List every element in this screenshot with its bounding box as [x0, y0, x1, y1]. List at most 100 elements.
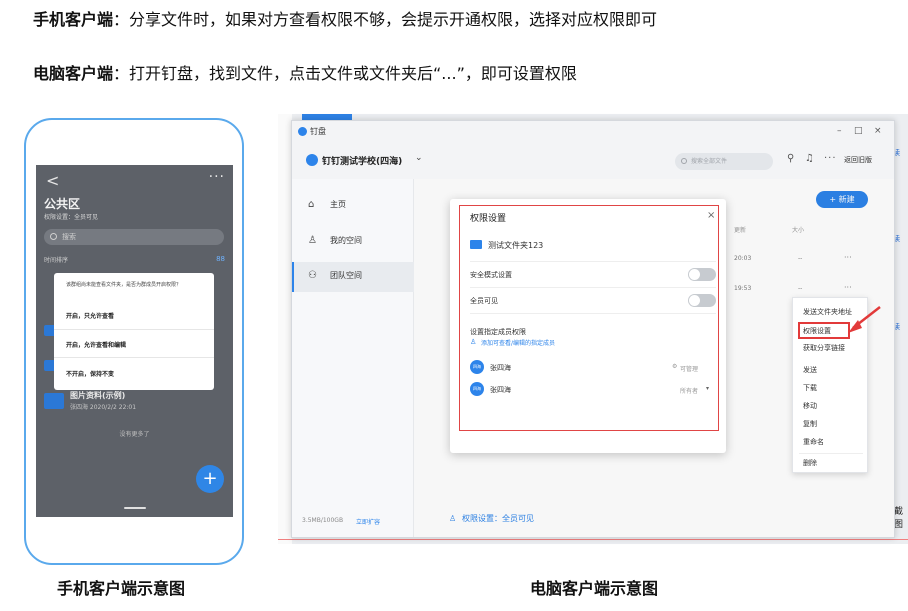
sidebar-item-label: 主页: [330, 200, 346, 209]
folder-icon: [44, 393, 64, 409]
search-icon: [681, 158, 687, 164]
top-bar: 钉钉测试学校(四海) ⌄ 搜索全部文件 ⚲ ♫ ··· 返回旧版: [292, 145, 894, 179]
close-button[interactable]: ×: [874, 126, 882, 136]
add-user-icon: ♙: [470, 338, 477, 346]
add-member-link[interactable]: 添加可查看/编辑的指定成员: [481, 338, 555, 347]
divider: [278, 539, 908, 540]
no-more-text: 没有更多了: [119, 431, 150, 438]
safe-mode-toggle[interactable]: [688, 268, 716, 281]
desktop-text: ：打开钉盘，找到文件，点击文件或文件夹后“...”，即可设置权限: [113, 64, 577, 83]
avatar: 四海: [470, 382, 484, 396]
folder-title: 公共区: [44, 197, 81, 211]
home-indicator: [124, 507, 146, 509]
safe-mode-label: 安全模式设置: [470, 271, 512, 279]
member-name: 张四海: [490, 364, 511, 372]
active-indicator: [292, 262, 294, 292]
user-icon: ♙: [308, 235, 317, 246]
sidebar: ⌂ 主页 ♙ 我的空间 ⚇ 团队空间 3.5MB/100GB 立即扩容: [292, 179, 414, 537]
dialog-option-view[interactable]: 开启，只允许查看: [54, 311, 214, 320]
dialog-message: 该群组尚未能查看文件夹，是否为群成员开启权限？: [66, 282, 182, 288]
desktop-label: 电脑客户端: [33, 64, 114, 83]
permission-dialog: 该群组尚未能查看文件夹，是否为群成员开启权限？ 开启，只允许查看 开启，允许查看…: [54, 273, 214, 390]
add-button[interactable]: +: [196, 465, 224, 493]
mobile-caption: 手机客户端示意图: [57, 579, 186, 598]
gear-icon: ⚙: [672, 363, 678, 370]
desktop-caption: 电脑客户端示意图: [530, 579, 659, 598]
minimize-button[interactable]: –: [837, 126, 842, 136]
mobile-text: ：分享文件时，如果对方查看权限不够，会提示开通权限，选择对应权限即可: [113, 10, 658, 29]
edge-label: 截图: [894, 507, 904, 530]
sort-dropdown[interactable]: 时间排序: [44, 255, 68, 264]
grid-view-icon[interactable]: 88: [216, 255, 225, 263]
menu-item-send[interactable]: 发送: [803, 365, 817, 375]
context-menu: 发送文件夹地址 权限设置 获取分享链接 发送 下载 移动 复制 重命名 删除: [792, 297, 868, 473]
divider: [54, 357, 214, 358]
sidebar-item-label: 团队空间: [330, 271, 362, 280]
mobile-instruction: 手机客户端：分享文件时，如果对方查看权限不够，会提示开通权限，选择对应权限即可: [33, 6, 657, 30]
org-logo-icon: [306, 154, 318, 166]
home-icon: ⌂: [308, 199, 315, 210]
divider: [799, 453, 863, 454]
background-strip: [278, 114, 292, 544]
search-input[interactable]: 搜索: [44, 229, 224, 245]
menu-item-download[interactable]: 下载: [803, 383, 817, 393]
all-visible-label: 全员可见: [470, 297, 498, 305]
back-icon[interactable]: <: [46, 171, 59, 190]
menu-item-share-link[interactable]: 获取分享链接: [803, 343, 845, 353]
highlight-box: [798, 322, 850, 339]
search-icon: [50, 233, 57, 240]
phone-screen: < ··· 公共区 权限设置：全员可见 搜索 时间排序 88 图片资料(示例) …: [36, 165, 233, 517]
sidebar-item-team-space[interactable]: ⚇ 团队空间: [292, 262, 414, 292]
permission-subtitle: 权限设置：全员可见: [44, 214, 99, 221]
member-role: 可管理: [680, 366, 699, 373]
menu-item-copy[interactable]: 复制: [803, 419, 817, 429]
divider: [54, 329, 214, 330]
desktop-instruction: 电脑客户端：打开钉盘，找到文件，点击文件或文件夹后“...”，即可设置权限: [33, 60, 577, 84]
window-title: 钉盘: [310, 127, 326, 136]
app-logo-icon: [298, 127, 307, 136]
folder-icon: [470, 240, 482, 249]
avatar: 四海: [470, 360, 484, 374]
dialog-option-keep[interactable]: 不开启，保持不变: [54, 369, 214, 378]
bell-icon[interactable]: ♫: [805, 153, 814, 164]
maximize-button[interactable]: □: [854, 126, 863, 136]
menu-item-delete[interactable]: 删除: [803, 458, 817, 468]
sidebar-item-my-space[interactable]: ♙ 我的空间: [292, 227, 414, 257]
sidebar-item-label: 我的空间: [330, 236, 362, 245]
search-input[interactable]: 搜索全部文件: [675, 153, 773, 170]
org-name[interactable]: 钉钉测试学校(四海): [322, 154, 402, 167]
team-icon: ⚇: [308, 270, 317, 281]
toggle-knob: [689, 295, 700, 306]
list-item-meta: 张四海 2020/2/2 22:01: [70, 404, 137, 411]
mobile-label: 手机客户端: [33, 10, 114, 29]
chevron-down-icon[interactable]: ⌄: [415, 153, 423, 163]
menu-item-rename[interactable]: 重命名: [803, 437, 824, 447]
member-name: 张四海: [490, 386, 511, 394]
caret-down-icon[interactable]: ▾: [706, 385, 709, 392]
folder-name: 测试文件夹123: [488, 241, 544, 250]
dingpan-window: 钉盘 – □ × 钉钉测试学校(四海) ⌄ 搜索全部文件 ⚲ ♫ ··· 返回旧…: [291, 120, 895, 538]
list-item-name[interactable]: 图片资料(示例): [70, 390, 125, 401]
divider: [470, 261, 716, 262]
dialog-option-edit[interactable]: 开启，允许查看和编辑: [54, 340, 214, 349]
assign-members-label: 设置指定成员权限: [470, 328, 526, 336]
permission-modal: 权限设置 × 测试文件夹123 安全模式设置 全员可见 设置指定成员权限 ♙ 添…: [450, 199, 726, 453]
menu-item-move[interactable]: 移动: [803, 401, 817, 411]
expand-storage-link[interactable]: 立即扩容: [356, 517, 380, 526]
member-role-dropdown[interactable]: 所有者: [680, 386, 698, 395]
all-visible-toggle[interactable]: [688, 294, 716, 307]
modal-title: 权限设置: [470, 214, 507, 224]
sidebar-item-home[interactable]: ⌂ 主页: [292, 191, 414, 221]
highlight-outline: [459, 205, 719, 431]
pin-icon[interactable]: ⚲: [787, 153, 794, 164]
title-bar: 钉盘 – □ ×: [292, 121, 894, 145]
more-icon[interactable]: ···: [209, 169, 225, 185]
divider: [470, 287, 716, 288]
close-icon[interactable]: ×: [707, 210, 715, 221]
menu-item-send-folder-address[interactable]: 发送文件夹地址: [803, 307, 852, 317]
divider: [470, 313, 716, 314]
toggle-knob: [689, 269, 700, 280]
storage-usage: 3.5MB/100GB: [302, 517, 344, 524]
more-icon[interactable]: ···: [824, 153, 837, 164]
old-version-link[interactable]: 返回旧版: [844, 155, 872, 165]
